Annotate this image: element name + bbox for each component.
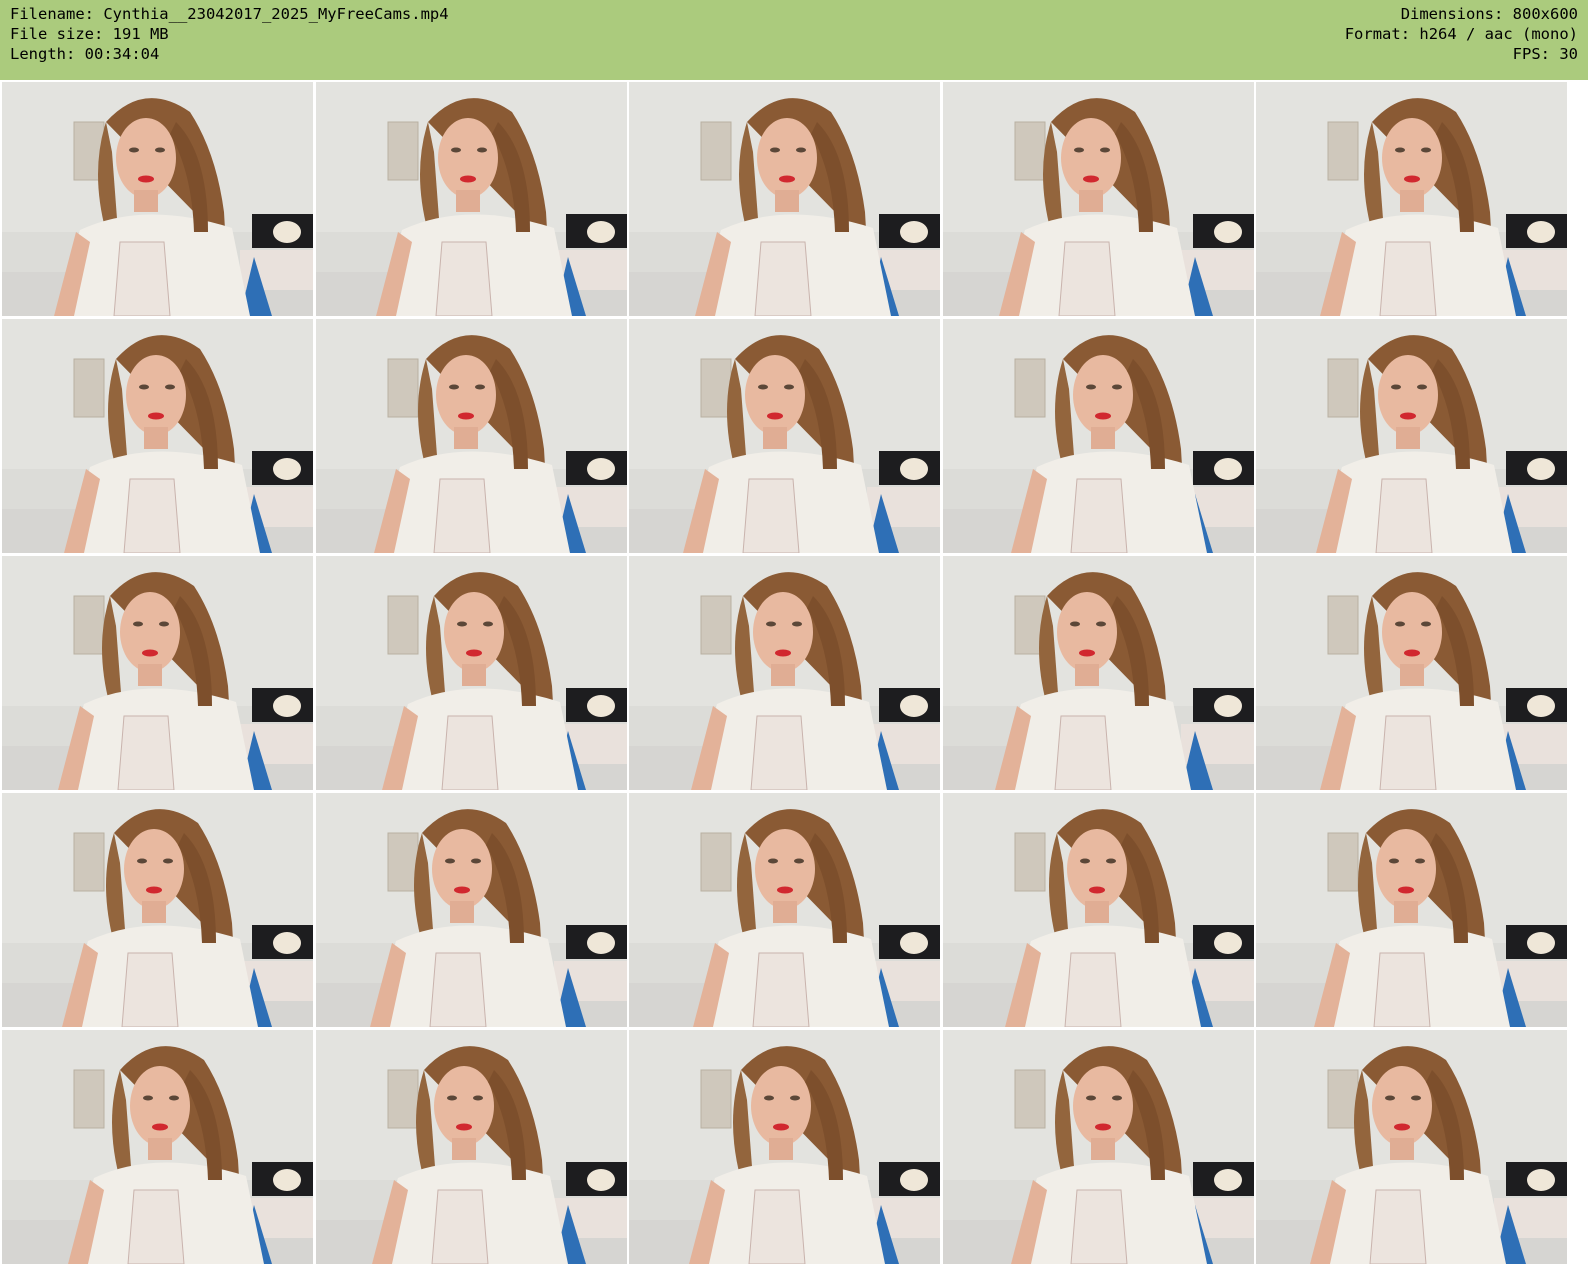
webcam-frame-image: [942, 793, 1254, 1027]
video-thumbnail: [942, 319, 1254, 553]
video-thumbnail: [942, 556, 1254, 790]
webcam-frame-image: [315, 319, 627, 553]
video-thumbnail: [315, 793, 627, 1027]
video-thumbnail: [629, 556, 940, 790]
video-thumbnail: [629, 82, 940, 316]
format-text: Format: h264 / aac (mono): [1344, 25, 1578, 43]
webcam-frame-image: [629, 82, 940, 316]
video-thumbnail: [1256, 319, 1567, 553]
webcam-frame-image: [629, 556, 940, 790]
webcam-frame-image: [1256, 319, 1567, 553]
length-text: Length: 00:34:04: [10, 45, 160, 63]
video-thumbnail: [1256, 82, 1567, 316]
info-right: Dimensions: 800x600 Format: h264 / aac (…: [1345, 4, 1578, 64]
webcam-frame-image: [1256, 1030, 1567, 1264]
filesize-text: File size: 191 MB: [10, 25, 169, 43]
video-thumbnail: [315, 556, 627, 790]
webcam-frame-image: [942, 556, 1254, 790]
video-thumbnail: [1256, 556, 1567, 790]
webcam-frame-image: [1256, 82, 1567, 316]
webcam-frame-image: [1256, 556, 1567, 790]
video-thumbnail: [2, 82, 313, 316]
video-thumbnail: [315, 82, 627, 316]
webcam-frame-image: [2, 1030, 313, 1264]
dimensions-text: Dimensions: 800x600: [1400, 5, 1578, 23]
thumbnail-grid: [2, 82, 1588, 1280]
info-header: Filename: Cynthia__23042017_2025_MyFreeC…: [0, 0, 1588, 80]
video-thumbnail: [2, 556, 313, 790]
webcam-frame-image: [942, 1030, 1254, 1264]
video-thumbnail: [2, 793, 313, 1027]
video-thumbnail: [1256, 793, 1567, 1027]
webcam-frame-image: [315, 1030, 627, 1264]
info-left: Filename: Cynthia__23042017_2025_MyFreeC…: [10, 4, 449, 64]
video-thumbnail: [629, 1030, 940, 1264]
video-thumbnail: [1256, 1030, 1567, 1264]
filename-text: Filename: Cynthia__23042017_2025_MyFreeC…: [10, 5, 449, 23]
video-thumbnail: [2, 319, 313, 553]
webcam-frame-image: [315, 82, 627, 316]
video-thumbnail: [629, 319, 940, 553]
webcam-frame-image: [629, 1030, 940, 1264]
webcam-frame-image: [315, 793, 627, 1027]
video-thumbnail: [942, 793, 1254, 1027]
video-thumbnail: [315, 319, 627, 553]
webcam-frame-image: [2, 793, 313, 1027]
webcam-frame-image: [942, 319, 1254, 553]
video-thumbnail: [315, 1030, 627, 1264]
webcam-frame-image: [315, 556, 627, 790]
video-thumbnail: [942, 1030, 1254, 1264]
webcam-frame-image: [2, 82, 313, 316]
webcam-frame-image: [2, 319, 313, 553]
webcam-frame-image: [942, 82, 1254, 316]
webcam-frame-image: [629, 319, 940, 553]
webcam-frame-image: [629, 793, 940, 1027]
webcam-frame-image: [1256, 793, 1567, 1027]
video-thumbnail: [942, 82, 1254, 316]
video-thumbnail: [629, 793, 940, 1027]
webcam-frame-image: [2, 556, 313, 790]
fps-text: FPS: 30: [1512, 45, 1578, 63]
video-thumbnail: [2, 1030, 313, 1264]
